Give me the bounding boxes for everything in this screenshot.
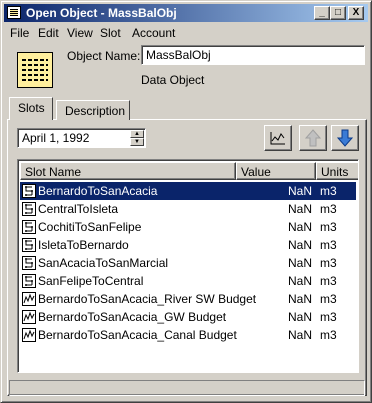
- column-header-value[interactable]: Value: [236, 162, 316, 180]
- object-name-label: Object Name:: [67, 49, 141, 63]
- column-header-slot-name[interactable]: Slot Name: [20, 162, 236, 180]
- agg-series-slot-icon: [22, 238, 36, 252]
- slot-value-cell: NaN: [287, 184, 312, 198]
- table-row[interactable]: CentralToIsleta NaN m3: [20, 200, 356, 218]
- slot-name-cell: BernardoToSanAcacia_River SW Budget: [38, 292, 257, 306]
- spin-up-button[interactable]: ▲: [130, 130, 144, 138]
- down-arrow-icon: [337, 129, 353, 147]
- table-row[interactable]: BernardoToSanAcacia_Canal Budget NaN m3: [20, 326, 356, 344]
- slot-name-cell: BernardoToSanAcacia_GW Budget: [38, 310, 227, 324]
- slot-units-cell: m3: [320, 220, 337, 234]
- slot-list[interactable]: Slot Name Value Units BernardoToSanAcaci…: [17, 159, 359, 373]
- table-row[interactable]: BernardoToSanAcacia_River SW Budget NaN m3: [20, 290, 356, 308]
- date-value: April 1, 1992: [22, 131, 90, 145]
- app-icon: [7, 6, 21, 19]
- agg-series-slot-icon: [22, 184, 36, 198]
- slot-value-cell: NaN: [287, 202, 312, 216]
- slot-name-cell: IsletaToBernardo: [38, 238, 129, 252]
- slot-value-cell: NaN: [287, 310, 312, 324]
- title-bar[interactable]: Open Object - MassBalObj _ □ X: [4, 4, 368, 22]
- slot-name-cell: CentralToIsleta: [38, 202, 119, 216]
- table-row[interactable]: BernardoToSanAcacia NaN m3: [20, 182, 356, 200]
- series-slot-icon: [22, 292, 36, 306]
- plot-icon: [270, 132, 285, 145]
- series-slot-icon: [22, 310, 36, 324]
- move-down-button[interactable]: [331, 125, 359, 151]
- table-row[interactable]: BernardoToSanAcacia_GW Budget NaN m3: [20, 308, 356, 326]
- agg-series-slot-icon: [22, 202, 36, 216]
- table-row[interactable]: SanAcaciaToSanMarcial NaN m3: [20, 254, 356, 272]
- move-up-button[interactable]: [299, 125, 327, 151]
- agg-series-slot-icon: [22, 274, 36, 288]
- slot-units-cell: m3: [320, 256, 337, 270]
- window-title: Open Object - MassBalObj: [26, 6, 177, 20]
- slot-value-cell: NaN: [287, 256, 312, 270]
- maximize-button[interactable]: □: [330, 6, 346, 20]
- menu-edit[interactable]: Edit: [38, 26, 59, 40]
- slot-value-cell: NaN: [287, 328, 312, 342]
- slot-units-cell: m3: [320, 274, 337, 288]
- slot-name-cell: SanFelipeToCentral: [38, 274, 144, 288]
- object-type-label: Data Object: [141, 73, 205, 87]
- agg-series-slot-icon: [22, 256, 36, 270]
- slot-name-cell: SanAcaciaToSanMarcial: [38, 256, 169, 270]
- slot-value-cell: NaN: [287, 220, 312, 234]
- menu-file[interactable]: File: [10, 26, 29, 40]
- slot-value-cell: NaN: [287, 238, 312, 252]
- object-name-input[interactable]: MassBalObj: [141, 45, 365, 65]
- status-bar: [9, 380, 365, 396]
- slot-name-cell: BernardoToSanAcacia: [38, 184, 158, 198]
- table-row[interactable]: IsletaToBernardo NaN m3: [20, 236, 356, 254]
- slot-name-cell: BernardoToSanAcacia_Canal Budget: [38, 328, 237, 342]
- plot-button[interactable]: [264, 125, 292, 151]
- data-object-icon: [17, 52, 53, 88]
- menu-slot[interactable]: Slot: [100, 26, 121, 40]
- spin-down-button[interactable]: ▼: [130, 138, 144, 146]
- slot-units-cell: m3: [320, 328, 337, 342]
- menu-bar: File Edit View Slot Account: [4, 24, 368, 42]
- agg-series-slot-icon: [22, 220, 36, 234]
- menu-view[interactable]: View: [67, 26, 93, 40]
- series-slot-icon: [22, 328, 36, 342]
- column-header-units[interactable]: Units: [316, 162, 358, 180]
- up-arrow-icon: [305, 129, 321, 147]
- date-spinner[interactable]: April 1, 1992 ▲ ▼: [17, 128, 146, 148]
- slot-units-cell: m3: [320, 184, 337, 198]
- menu-account[interactable]: Account: [132, 26, 175, 40]
- slot-units-cell: m3: [320, 202, 337, 216]
- tab-description[interactable]: Description: [56, 100, 130, 120]
- close-button[interactable]: X: [348, 6, 364, 20]
- slot-units-cell: m3: [320, 292, 337, 306]
- slot-value-cell: NaN: [287, 274, 312, 288]
- slot-value-cell: NaN: [287, 292, 312, 306]
- open-object-window: Open Object - MassBalObj _ □ X File Edit…: [0, 0, 372, 403]
- slot-units-cell: m3: [320, 238, 337, 252]
- minimize-button[interactable]: _: [314, 6, 330, 20]
- table-row[interactable]: CochitiToSanFelipe NaN m3: [20, 218, 356, 236]
- slot-units-cell: m3: [320, 310, 337, 324]
- slot-list-header: Slot Name Value Units: [20, 162, 358, 180]
- tab-slots[interactable]: Slots: [9, 97, 53, 120]
- slot-name-cell: CochitiToSanFelipe: [38, 220, 142, 234]
- table-row[interactable]: SanFelipeToCentral NaN m3: [20, 272, 356, 290]
